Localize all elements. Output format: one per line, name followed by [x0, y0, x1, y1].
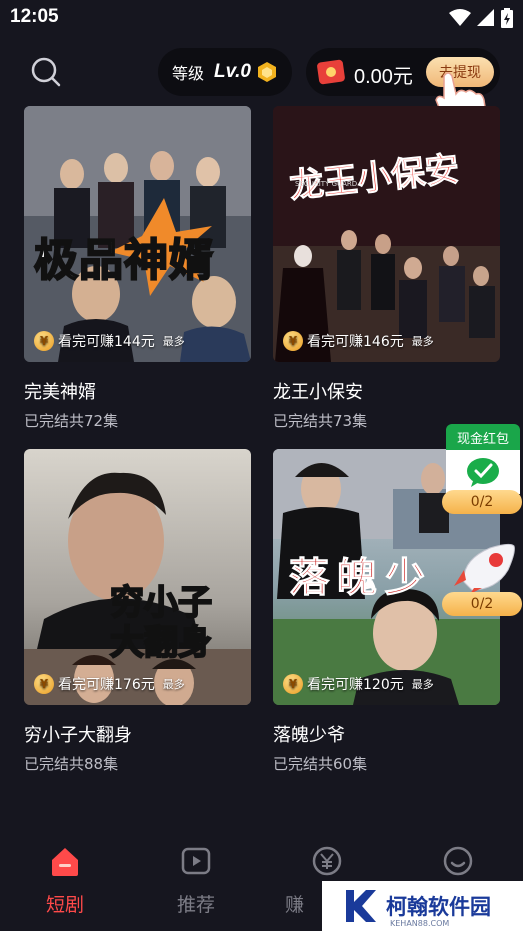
redpacket-body	[446, 450, 520, 494]
drama-name: 完美神婿	[24, 382, 96, 403]
drama-episodes: 已完结共60集	[273, 755, 368, 773]
status-time: 12:05	[10, 6, 59, 27]
battery-icon	[501, 8, 513, 28]
drama-card-3[interactable]: 穷小子大翻身 ¥ 看完可赚176元 最多 穷小子大翻身 已完结共88集	[24, 449, 251, 774]
signal-icon	[477, 9, 494, 26]
poster-title: 极品神婿	[33, 234, 214, 287]
coin-icon: ¥	[34, 674, 54, 694]
level-label: 等级	[172, 64, 205, 83]
status-icons	[449, 8, 513, 28]
watermark-sub: KEHAN88.COM	[390, 919, 450, 928]
play-icon	[181, 847, 211, 875]
search-icon	[31, 57, 61, 87]
earn-badge: ¥ 看完可赚120元 最多	[283, 673, 434, 695]
poster-figures	[273, 106, 500, 362]
coin-icon: ¥	[283, 674, 303, 694]
drama-name: 龙王小保安	[273, 382, 363, 403]
earn-badge: ¥ 看完可赚144元 最多	[34, 330, 185, 352]
drama-episodes: 已完结共88集	[24, 755, 119, 773]
level-pill[interactable]: 等级 Lv.0	[158, 48, 292, 96]
earn-max: 最多	[411, 678, 434, 691]
rocket-icon[interactable]	[452, 540, 518, 594]
earn-text: 看完可赚176元	[58, 677, 155, 693]
earn-text: 看完可赚146元	[307, 334, 404, 350]
smile-icon	[443, 846, 473, 876]
level-value: Lv.0	[214, 61, 251, 82]
earn-badge: ¥ 看完可赚146元 最多	[283, 330, 434, 352]
earn-max: 最多	[162, 678, 185, 691]
earn-text: 看完可赚144元	[58, 334, 155, 350]
poster-title: 穷小子大翻身	[109, 582, 213, 664]
earn-text: 看完可赚120元	[307, 677, 404, 693]
drama-poster[interactable]: 龙王小保安 SECURITY GUARD ¥ 看完可赚146元 最多	[273, 106, 500, 362]
wallet-amount: 0.00元	[354, 66, 413, 88]
drama-poster[interactable]: 穷小子大翻身 ¥ 看完可赚176元 最多	[24, 449, 251, 705]
wifi-icon	[449, 9, 471, 26]
redpacket-progress: 0/2	[442, 490, 522, 514]
earn-max: 最多	[411, 335, 434, 348]
drama-name: 落魄少爷	[273, 725, 345, 746]
watermark-logo	[346, 890, 376, 922]
status-bar: 12:05	[0, 0, 523, 36]
drama-card-1[interactable]: 极品神婿 ¥ 看完可赚144元 最多 完美神婿 已完结共72集	[24, 106, 251, 431]
nav-item-recommend[interactable]: 推荐	[146, 844, 246, 917]
poster-figures	[24, 472, 251, 705]
yuan-icon	[312, 846, 342, 876]
poster-title: 落魄少	[289, 555, 433, 602]
redpacket-title: 现金红包	[446, 424, 520, 450]
earn-badge: ¥ 看完可赚176元 最多	[34, 673, 185, 695]
drama-name: 穷小子大翻身	[24, 725, 132, 746]
coin-icon: ¥	[34, 331, 54, 351]
nav-label-drama: 短剧	[45, 894, 84, 916]
red-envelope-icon	[317, 59, 345, 85]
watermark: 柯翰软件园 KEHAN88.COM	[322, 881, 523, 931]
watermark-text: 柯翰软件园	[386, 895, 491, 919]
nav-label-recommend: 推荐	[176, 894, 215, 916]
wechat-icon	[467, 458, 499, 487]
nav-item-drama[interactable]: 短剧	[15, 844, 115, 917]
search-button[interactable]	[28, 54, 64, 90]
level-badge-icon	[258, 62, 276, 82]
drama-card-2[interactable]: 龙王小保安 SECURITY GUARD ¥ 看完可赚146元 最多 龙王小保安…	[273, 106, 500, 431]
rocket-progress: 0/2	[442, 592, 522, 616]
drama-episodes: 已完结共72集	[24, 412, 119, 430]
poster-subtitle: SECURITY GUARD	[295, 180, 358, 188]
earn-max: 最多	[162, 335, 185, 348]
drama-poster[interactable]: 极品神婿 ¥ 看完可赚144元 最多	[24, 106, 251, 362]
coin-icon: ¥	[283, 331, 303, 351]
home-icon	[52, 848, 78, 876]
